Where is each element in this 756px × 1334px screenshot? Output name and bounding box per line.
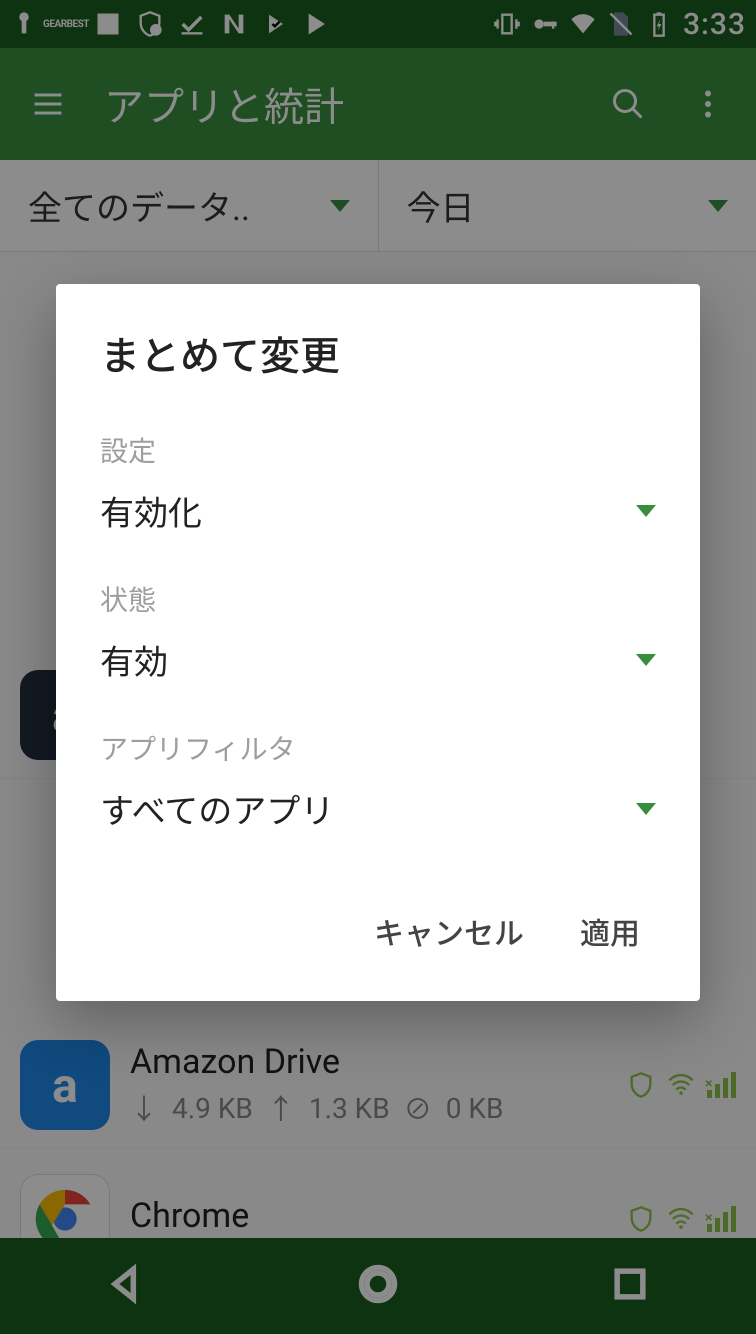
setting-field[interactable]: 設定 有効化 xyxy=(100,430,656,535)
dropdown-icon xyxy=(636,505,656,517)
appfilter-value: すべてのアプリ xyxy=(100,784,334,833)
apply-button[interactable]: 適用 xyxy=(572,897,648,965)
batch-change-dialog: まとめて変更 設定 有効化 状態 有効 アプリフィルタ すべてのアプリ キャンセ… xyxy=(56,284,700,1001)
state-value: 有効 xyxy=(100,635,168,684)
appfilter-field[interactable]: アプリフィルタ すべてのアプリ xyxy=(100,728,656,833)
state-field[interactable]: 状態 有効 xyxy=(100,579,656,684)
setting-label: 設定 xyxy=(100,430,656,470)
dropdown-icon xyxy=(636,803,656,815)
setting-value: 有効化 xyxy=(100,486,202,535)
state-label: 状態 xyxy=(100,579,656,619)
dialog-actions: キャンセル 適用 xyxy=(100,877,656,981)
appfilter-label: アプリフィルタ xyxy=(100,728,656,768)
dropdown-icon xyxy=(636,654,656,666)
cancel-button[interactable]: キャンセル xyxy=(366,897,532,965)
dialog-title: まとめて変更 xyxy=(100,324,656,382)
